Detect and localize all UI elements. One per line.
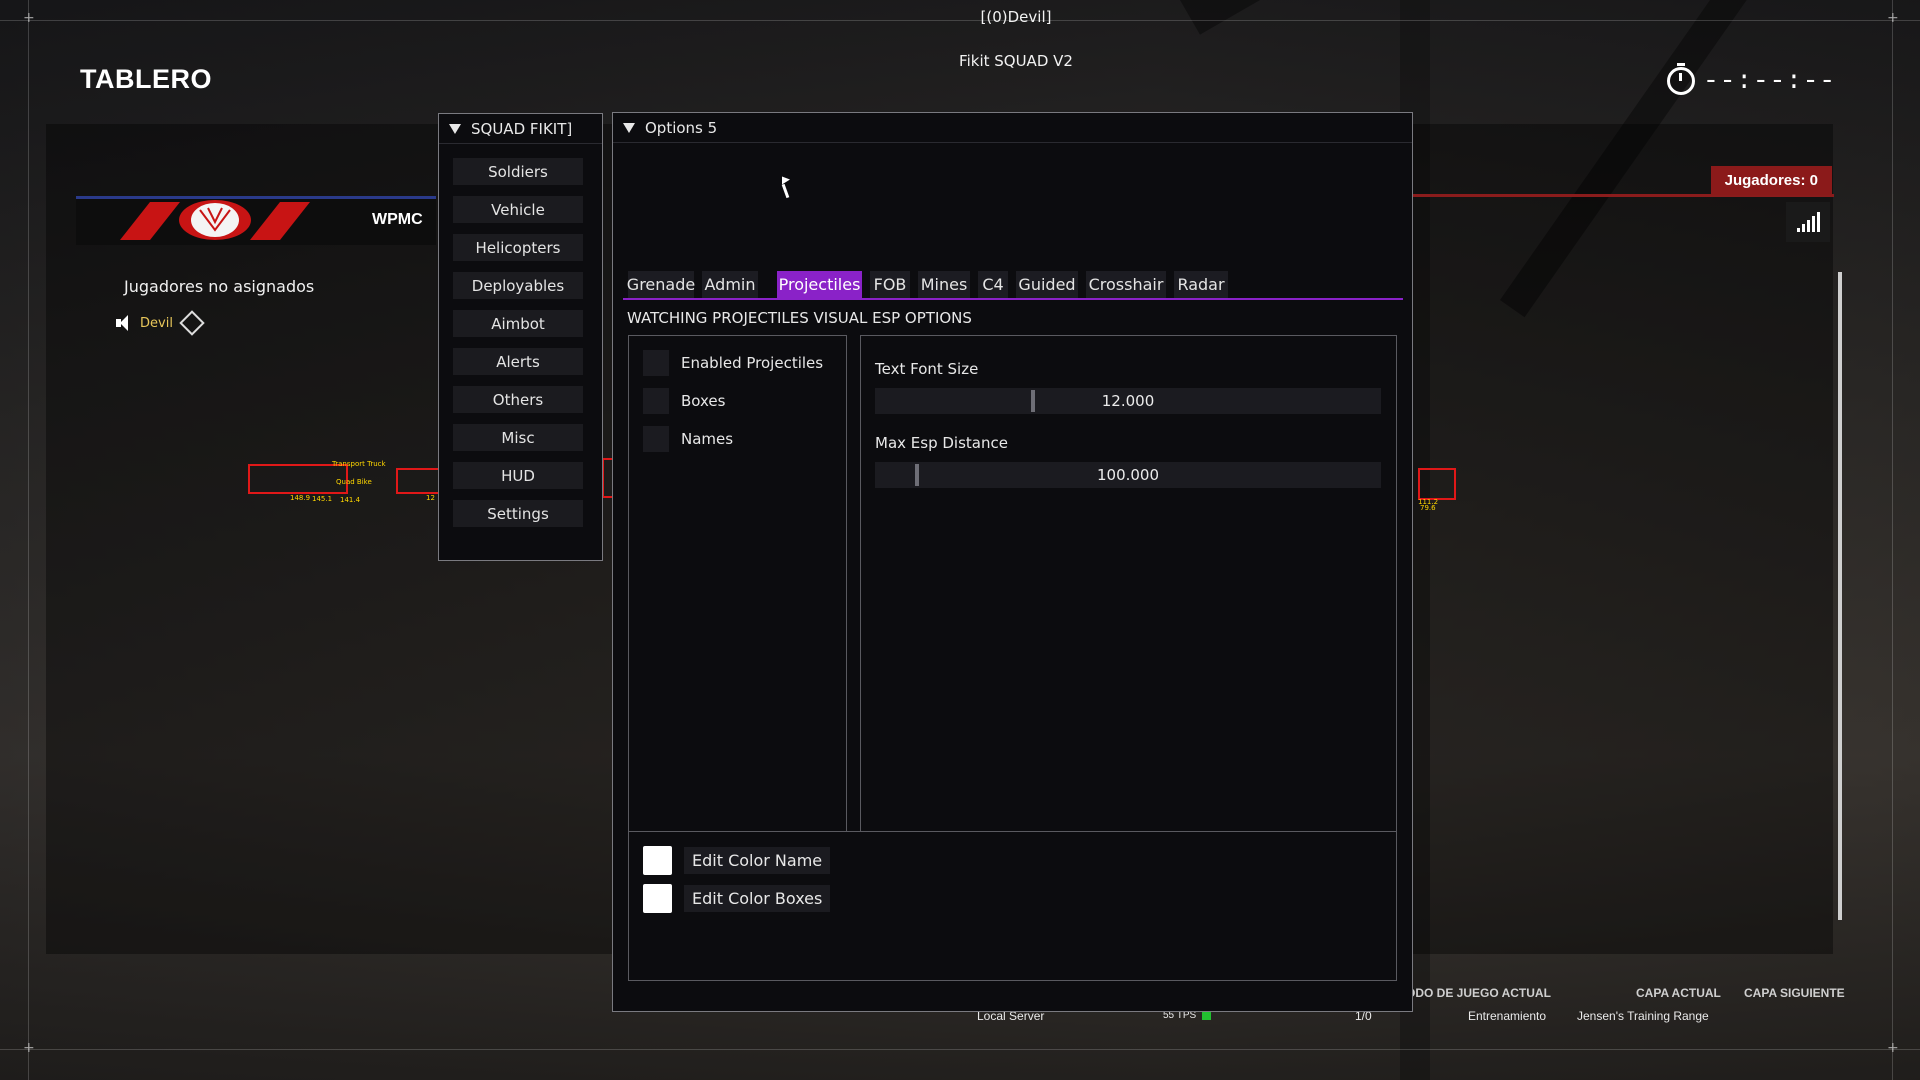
esp-label: Quad Bike	[336, 478, 372, 486]
player-name: Devil	[140, 315, 173, 331]
esp-distance: 145.1	[312, 495, 333, 503]
edit-color-name-row[interactable]: Edit Color Name	[643, 846, 831, 875]
max-esp-distance-slider[interactable]: 100.000	[875, 462, 1381, 488]
tab-fob[interactable]: FOB	[870, 271, 910, 298]
color-swatch[interactable]	[643, 884, 672, 913]
window-title: [(0)Devil]	[980, 8, 1052, 26]
scoreboard-title: TABLERO	[80, 64, 212, 94]
tab-projectiles[interactable]: Projectiles	[777, 271, 862, 298]
team-name: WPMC	[372, 211, 423, 228]
menu-misc-button[interactable]: Misc	[453, 424, 583, 451]
team-emblem-icon	[120, 200, 310, 240]
edit-color-name-button[interactable]: Edit Color Name	[684, 847, 831, 874]
checkbox-box[interactable]	[643, 388, 669, 414]
esp-box-vehicle	[1418, 468, 1456, 500]
checkbox-box[interactable]	[643, 350, 669, 376]
frame-line-bottom	[0, 1049, 1920, 1050]
timer-text: --:--:--	[1703, 66, 1836, 96]
text-font-size-label: Text Font Size	[875, 360, 979, 378]
edit-color-boxes-row[interactable]: Edit Color Boxes	[643, 884, 831, 913]
esp-box-vehicle	[396, 468, 440, 494]
esp-distance: 141.4	[340, 496, 361, 504]
esp-label: Transport Truck	[332, 460, 386, 468]
role-icon	[179, 310, 205, 336]
corner-marker: +	[23, 1040, 35, 1056]
esp-distance: 79.6	[1420, 504, 1436, 512]
frame-line-left	[28, 0, 29, 1080]
checkbox-label: Boxes	[681, 392, 726, 410]
tab-underline	[623, 298, 1403, 300]
esp-box-vehicle	[248, 464, 348, 494]
menu-helicopters-button[interactable]: Helicopters	[453, 234, 583, 261]
match-timer: --:--:--	[1667, 63, 1836, 96]
menu-settings-button[interactable]: Settings	[453, 500, 583, 527]
corner-marker: +	[1887, 1040, 1899, 1056]
options-window: Options 5 Grenade Admin Projectiles FOB …	[612, 112, 1413, 1012]
menu-aimbot-button[interactable]: Aimbot	[453, 310, 583, 337]
color-panel: Edit Color Name Edit Color Boxes	[628, 831, 1397, 981]
tab-guided[interactable]: Guided	[1016, 271, 1078, 298]
tab-mines[interactable]: Mines	[918, 271, 970, 298]
current-layer-label: CAPA ACTUAL	[1636, 986, 1721, 1000]
checkbox-box[interactable]	[643, 426, 669, 452]
game-mode-label: ODO DE JUEGO ACTUAL	[1406, 986, 1551, 1000]
frame-line-right	[1892, 0, 1893, 1080]
slider-value: 12.000	[1101, 392, 1155, 410]
checkbox-label: Names	[681, 430, 734, 448]
names-checkbox[interactable]: Names	[643, 426, 733, 452]
cheat-subtitle: Fikit SQUAD V2	[959, 52, 1073, 70]
enabled-projectiles-checkbox[interactable]: Enabled Projectiles	[643, 350, 823, 376]
menu-soldiers-button[interactable]: Soldiers	[453, 158, 583, 185]
options-title-bar[interactable]: Options 5	[613, 113, 1412, 143]
game-mode-value: Entrenamiento	[1468, 1009, 1547, 1023]
tab-radar[interactable]: Radar	[1174, 271, 1228, 298]
menu-deployables-button[interactable]: Deployables	[453, 272, 583, 299]
checkbox-label: Enabled Projectiles	[681, 354, 824, 372]
menu-others-button[interactable]: Others	[453, 386, 583, 413]
menu-hud-button[interactable]: HUD	[453, 462, 583, 489]
current-layer-value: Jensen's Training Range	[1577, 1009, 1709, 1023]
tab-crosshair[interactable]: Crosshair	[1086, 271, 1166, 298]
section-header: WATCHING PROJECTILES VISUAL ESP OPTIONS	[627, 309, 972, 327]
tab-admin[interactable]: Admin	[702, 271, 758, 298]
max-esp-distance-label: Max Esp Distance	[875, 434, 1008, 452]
tab-c4[interactable]: C4	[978, 271, 1008, 298]
color-swatch[interactable]	[643, 846, 672, 875]
scoreboard-scrollbar[interactable]	[1838, 272, 1842, 920]
slider-value: 100.000	[1096, 466, 1160, 484]
esp-distance: 12	[426, 494, 435, 502]
tab-grenade[interactable]: Grenade	[627, 271, 695, 298]
edit-color-boxes-button[interactable]: Edit Color Boxes	[684, 885, 831, 912]
text-font-size-slider[interactable]: 12.000	[875, 388, 1381, 414]
menu-title-bar[interactable]: SQUAD FIKIT]	[439, 114, 602, 144]
boxes-checkbox[interactable]: Boxes	[643, 388, 725, 414]
menu-title: SQUAD FIKIT]	[471, 119, 573, 138]
player-row[interactable]: Devil	[116, 310, 205, 336]
esp-distance: 148.9	[290, 494, 311, 502]
next-layer-label: CAPA SIGUIENTE	[1744, 986, 1845, 1000]
stopwatch-icon	[1667, 63, 1696, 95]
signal-strength-icon[interactable]	[1786, 202, 1830, 242]
menu-alerts-button[interactable]: Alerts	[453, 348, 583, 375]
speaker-icon	[116, 315, 130, 331]
tps-status-icon	[1202, 1010, 1212, 1020]
options-title: Options 5	[645, 118, 718, 137]
unassigned-players-header: Jugadores no asignados	[124, 277, 315, 296]
collapse-triangle-icon[interactable]	[623, 122, 635, 133]
collapse-triangle-icon[interactable]	[449, 123, 461, 134]
squad-fikit-menu: SQUAD FIKIT] Soldiers Vehicle Helicopter…	[438, 113, 603, 561]
players-count-badge: Jugadores: 0	[1710, 166, 1832, 195]
menu-vehicle-button[interactable]: Vehicle	[453, 196, 583, 223]
